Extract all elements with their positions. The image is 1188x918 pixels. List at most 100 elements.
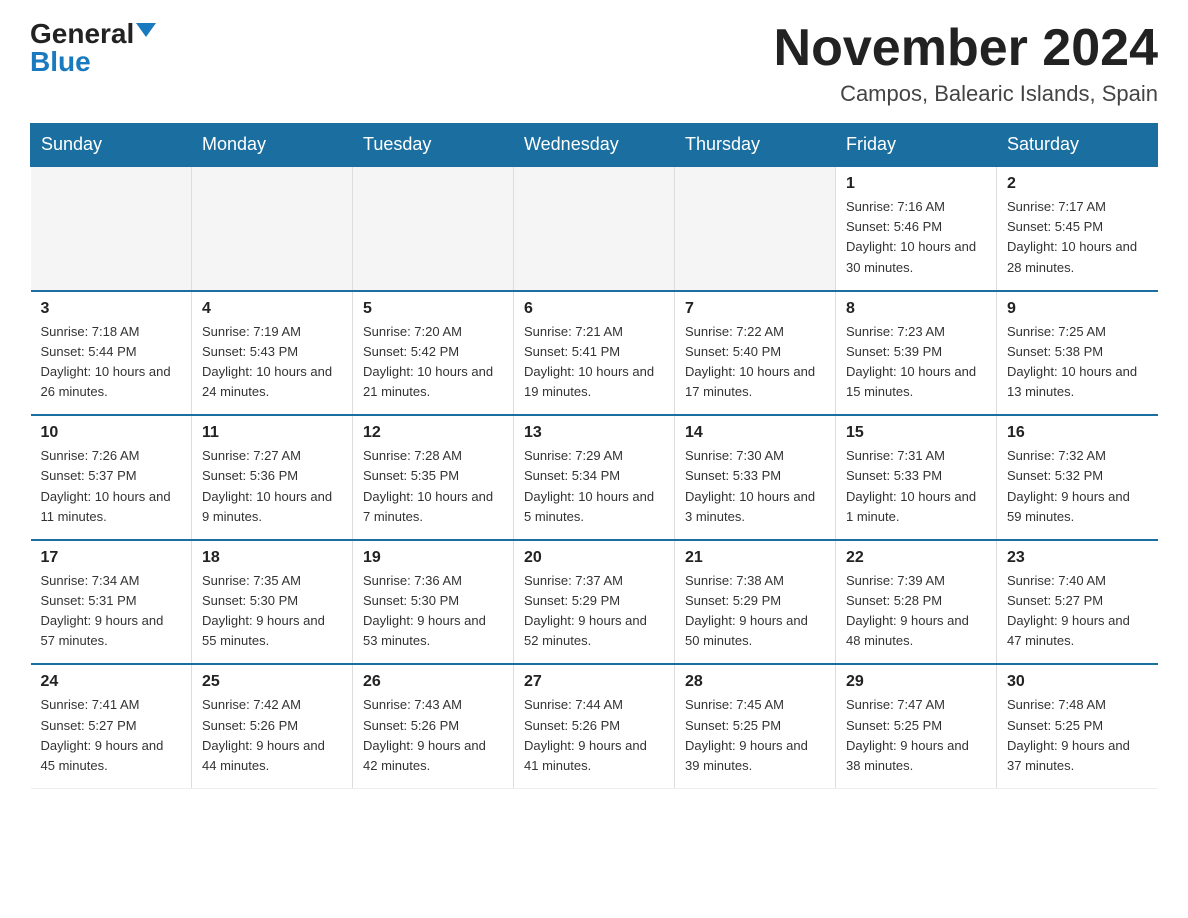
- day-cell: 7 Sunrise: 7:22 AM Sunset: 5:40 PM Daylig…: [675, 291, 836, 416]
- day-cell: 17 Sunrise: 7:34 AM Sunset: 5:31 PM Dayli…: [31, 540, 192, 665]
- day-header-sunday: Sunday: [31, 124, 192, 167]
- day-cell: [192, 166, 353, 291]
- day-cell: 29Sunrise: 7:47 AM Sunset: 5:25 PM Dayli…: [836, 664, 997, 788]
- day-header-monday: Monday: [192, 124, 353, 167]
- day-number: 29: [846, 673, 986, 691]
- day-number: 23: [1007, 549, 1148, 567]
- day-header-saturday: Saturday: [997, 124, 1158, 167]
- day-cell: [514, 166, 675, 291]
- day-header-tuesday: Tuesday: [353, 124, 514, 167]
- week-row-1: 1Sunrise: 7:16 AM Sunset: 5:46 PM Daylig…: [31, 166, 1158, 291]
- day-info: Sunrise: 7:42 AM Sunset: 5:26 PM Dayligh…: [202, 695, 342, 776]
- day-info: Sunrise: 7:44 AM Sunset: 5:26 PM Dayligh…: [524, 695, 664, 776]
- header-row: SundayMondayTuesdayWednesdayThursdayFrid…: [31, 124, 1158, 167]
- day-number: 5: [363, 300, 503, 318]
- logo: General Blue: [30, 20, 156, 76]
- day-info: Sunrise: 7:26 AM Sunset: 5:37 PM Dayligh…: [41, 446, 182, 527]
- day-cell: 6 Sunrise: 7:21 AM Sunset: 5:41 PM Daylig…: [514, 291, 675, 416]
- day-info: Sunrise: 7:48 AM Sunset: 5:25 PM Dayligh…: [1007, 695, 1148, 776]
- week-row-3: 10 Sunrise: 7:26 AM Sunset: 5:37 PM Dayli…: [31, 415, 1158, 540]
- day-cell: 5 Sunrise: 7:20 AM Sunset: 5:42 PM Daylig…: [353, 291, 514, 416]
- day-cell: [353, 166, 514, 291]
- day-number: 8: [846, 300, 986, 318]
- day-info: Sunrise: 7:32 AM Sunset: 5:32 PM Dayligh…: [1007, 446, 1148, 527]
- day-number: 3: [41, 300, 182, 318]
- day-cell: 28 Sunrise: 7:45 AM Sunset: 5:25 PM Dayli…: [675, 664, 836, 788]
- day-cell: 22 Sunrise: 7:39 AM Sunset: 5:28 PM Dayli…: [836, 540, 997, 665]
- day-cell: 11 Sunrise: 7:27 AM Sunset: 5:36 PM Dayli…: [192, 415, 353, 540]
- day-info: Sunrise: 7:36 AM Sunset: 5:30 PM Dayligh…: [363, 571, 503, 652]
- month-title: November 2024: [774, 20, 1158, 77]
- day-number: 24: [41, 673, 182, 691]
- day-cell: 18 Sunrise: 7:35 AM Sunset: 5:30 PM Dayli…: [192, 540, 353, 665]
- day-number: 12: [363, 424, 503, 442]
- day-cell: 23 Sunrise: 7:40 AM Sunset: 5:27 PM Dayli…: [997, 540, 1158, 665]
- day-info: Sunrise: 7:43 AM Sunset: 5:26 PM Dayligh…: [363, 695, 503, 776]
- day-header-wednesday: Wednesday: [514, 124, 675, 167]
- day-info: Sunrise: 7:37 AM Sunset: 5:29 PM Dayligh…: [524, 571, 664, 652]
- day-info: Sunrise: 7:34 AM Sunset: 5:31 PM Dayligh…: [41, 571, 182, 652]
- logo-general-text: General: [30, 20, 134, 48]
- day-header-thursday: Thursday: [675, 124, 836, 167]
- logo-blue-text: Blue: [30, 48, 91, 76]
- day-number: 6: [524, 300, 664, 318]
- day-info: Sunrise: 7:21 AM Sunset: 5:41 PM Dayligh…: [524, 322, 664, 403]
- day-number: 11: [202, 424, 342, 442]
- day-number: 18: [202, 549, 342, 567]
- day-cell: 1Sunrise: 7:16 AM Sunset: 5:46 PM Daylig…: [836, 166, 997, 291]
- week-row-4: 17 Sunrise: 7:34 AM Sunset: 5:31 PM Dayli…: [31, 540, 1158, 665]
- day-info: Sunrise: 7:28 AM Sunset: 5:35 PM Dayligh…: [363, 446, 503, 527]
- day-number: 20: [524, 549, 664, 567]
- day-info: Sunrise: 7:16 AM Sunset: 5:46 PM Dayligh…: [846, 197, 986, 278]
- day-info: Sunrise: 7:38 AM Sunset: 5:29 PM Dayligh…: [685, 571, 825, 652]
- header: General Blue November 2024 Campos, Balea…: [30, 20, 1158, 107]
- day-info: Sunrise: 7:30 AM Sunset: 5:33 PM Dayligh…: [685, 446, 825, 527]
- day-cell: [675, 166, 836, 291]
- day-cell: 30 Sunrise: 7:48 AM Sunset: 5:25 PM Dayli…: [997, 664, 1158, 788]
- day-info: Sunrise: 7:35 AM Sunset: 5:30 PM Dayligh…: [202, 571, 342, 652]
- day-number: 30: [1007, 673, 1148, 691]
- week-row-5: 24Sunrise: 7:41 AM Sunset: 5:27 PM Dayli…: [31, 664, 1158, 788]
- day-info: Sunrise: 7:22 AM Sunset: 5:40 PM Dayligh…: [685, 322, 825, 403]
- day-number: 13: [524, 424, 664, 442]
- day-cell: 9Sunrise: 7:25 AM Sunset: 5:38 PM Daylig…: [997, 291, 1158, 416]
- day-cell: 27Sunrise: 7:44 AM Sunset: 5:26 PM Dayli…: [514, 664, 675, 788]
- day-cell: 14 Sunrise: 7:30 AM Sunset: 5:33 PM Dayli…: [675, 415, 836, 540]
- day-cell: 25 Sunrise: 7:42 AM Sunset: 5:26 PM Dayli…: [192, 664, 353, 788]
- day-info: Sunrise: 7:45 AM Sunset: 5:25 PM Dayligh…: [685, 695, 825, 776]
- day-info: Sunrise: 7:20 AM Sunset: 5:42 PM Dayligh…: [363, 322, 503, 403]
- day-cell: 24Sunrise: 7:41 AM Sunset: 5:27 PM Dayli…: [31, 664, 192, 788]
- day-info: Sunrise: 7:17 AM Sunset: 5:45 PM Dayligh…: [1007, 197, 1148, 278]
- day-info: Sunrise: 7:40 AM Sunset: 5:27 PM Dayligh…: [1007, 571, 1148, 652]
- day-cell: 8Sunrise: 7:23 AM Sunset: 5:39 PM Daylig…: [836, 291, 997, 416]
- day-header-friday: Friday: [836, 124, 997, 167]
- day-number: 2: [1007, 175, 1148, 193]
- day-number: 14: [685, 424, 825, 442]
- day-number: 10: [41, 424, 182, 442]
- day-cell: 15Sunrise: 7:31 AM Sunset: 5:33 PM Dayli…: [836, 415, 997, 540]
- week-row-2: 3Sunrise: 7:18 AM Sunset: 5:44 PM Daylig…: [31, 291, 1158, 416]
- day-info: Sunrise: 7:39 AM Sunset: 5:28 PM Dayligh…: [846, 571, 986, 652]
- day-number: 22: [846, 549, 986, 567]
- day-number: 28: [685, 673, 825, 691]
- location-title: Campos, Balearic Islands, Spain: [774, 81, 1158, 107]
- title-area: November 2024 Campos, Balearic Islands, …: [774, 20, 1158, 107]
- day-cell: 13Sunrise: 7:29 AM Sunset: 5:34 PM Dayli…: [514, 415, 675, 540]
- day-cell: 20 Sunrise: 7:37 AM Sunset: 5:29 PM Dayli…: [514, 540, 675, 665]
- day-cell: 2 Sunrise: 7:17 AM Sunset: 5:45 PM Daylig…: [997, 166, 1158, 291]
- day-cell: 21 Sunrise: 7:38 AM Sunset: 5:29 PM Dayli…: [675, 540, 836, 665]
- day-number: 4: [202, 300, 342, 318]
- day-number: 26: [363, 673, 503, 691]
- day-cell: 12 Sunrise: 7:28 AM Sunset: 5:35 PM Dayli…: [353, 415, 514, 540]
- day-number: 19: [363, 549, 503, 567]
- day-cell: 16Sunrise: 7:32 AM Sunset: 5:32 PM Dayli…: [997, 415, 1158, 540]
- day-cell: 26 Sunrise: 7:43 AM Sunset: 5:26 PM Dayli…: [353, 664, 514, 788]
- day-cell: 3Sunrise: 7:18 AM Sunset: 5:44 PM Daylig…: [31, 291, 192, 416]
- day-info: Sunrise: 7:25 AM Sunset: 5:38 PM Dayligh…: [1007, 322, 1148, 403]
- day-info: Sunrise: 7:27 AM Sunset: 5:36 PM Dayligh…: [202, 446, 342, 527]
- day-number: 21: [685, 549, 825, 567]
- day-number: 7: [685, 300, 825, 318]
- day-number: 17: [41, 549, 182, 567]
- day-number: 25: [202, 673, 342, 691]
- day-info: Sunrise: 7:31 AM Sunset: 5:33 PM Dayligh…: [846, 446, 986, 527]
